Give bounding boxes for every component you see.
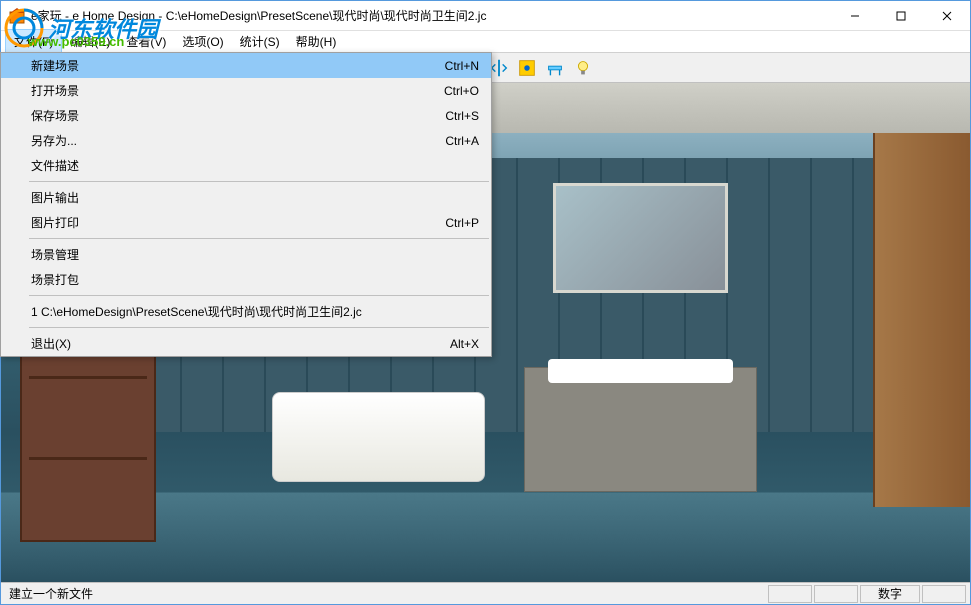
menu-item-open-scene[interactable]: 打开场景 Ctrl+O [1,78,491,103]
menu-separator [29,238,489,239]
menu-item-shortcut: Ctrl+A [445,134,479,148]
menu-item-label: 1 C:\eHomeDesign\PresetScene\现代时尚\现代时尚卫生… [31,303,479,320]
menu-item-shortcut: Ctrl+N [445,59,479,73]
minimize-button[interactable] [832,1,878,30]
scene-sink [548,359,732,384]
menu-item-label: 退出(X) [31,335,450,352]
menu-item-shortcut: Alt+X [450,337,479,351]
statusbar: 建立一个新文件 数字 [1,582,970,604]
menu-item-shortcut: Ctrl+O [444,84,479,98]
menubar: 文件(F) 编辑(E) 查看(V) 选项(O) 统计(S) 帮助(H) [1,31,970,53]
menu-item-exit[interactable]: 退出(X) Alt+X [1,331,491,356]
window-title: e家玩 - e Home Design - C:\eHomeDesign\Pre… [31,7,832,24]
menu-stats[interactable]: 统计(S) [232,30,288,53]
tool-light-icon[interactable] [570,55,596,81]
status-cell-empty [814,585,858,603]
close-button[interactable] [924,1,970,30]
tool-furniture-icon[interactable] [542,55,568,81]
menu-item-file-desc[interactable]: 文件描述 [1,153,491,178]
menu-item-new-scene[interactable]: 新建场景 Ctrl+N [1,53,491,78]
tool-center-icon[interactable] [514,55,540,81]
menu-item-image-print[interactable]: 图片打印 Ctrl+P [1,210,491,235]
menu-separator [29,327,489,328]
menu-view[interactable]: 查看(V) [118,30,174,53]
scene-mirror [553,183,727,293]
status-cell-empty [768,585,812,603]
menu-help[interactable]: 帮助(H) [288,30,345,53]
menu-item-label: 打开场景 [31,82,444,99]
menu-item-label: 场景打包 [31,271,479,288]
menu-separator [29,295,489,296]
menu-item-label: 图片打印 [31,214,445,231]
menu-item-scene-package[interactable]: 场景打包 [1,267,491,292]
titlebar: e家玩 - e Home Design - C:\eHomeDesign\Pre… [1,1,970,31]
status-cell-empty [922,585,966,603]
menu-item-label: 图片输出 [31,189,479,206]
status-cells: 数字 [766,585,966,603]
window-controls [832,1,970,30]
menu-item-recent-1[interactable]: 1 C:\eHomeDesign\PresetScene\现代时尚\现代时尚卫生… [1,299,491,324]
menu-item-save-scene[interactable]: 保存场景 Ctrl+S [1,103,491,128]
menu-item-shortcut: Ctrl+P [445,216,479,230]
menu-item-label: 场景管理 [31,246,479,263]
scene-vanity [524,367,757,492]
menu-item-label: 文件描述 [31,157,479,174]
menu-item-save-as[interactable]: 另存为... Ctrl+A [1,128,491,153]
menu-item-shortcut: Ctrl+S [445,109,479,123]
app-icon [9,8,25,24]
status-message: 建立一个新文件 [5,585,766,602]
app-window: e家玩 - e Home Design - C:\eHomeDesign\Pre… [0,0,971,605]
menu-item-scene-manage[interactable]: 场景管理 [1,242,491,267]
menu-item-label: 另存为... [31,132,445,149]
menu-separator [29,181,489,182]
menu-item-image-output[interactable]: 图片输出 [1,185,491,210]
menu-edit[interactable]: 编辑(E) [62,30,118,53]
menu-file[interactable]: 文件(F) [5,29,62,54]
maximize-button[interactable] [878,1,924,30]
menu-options[interactable]: 选项(O) [174,30,231,53]
file-dropdown: 新建场景 Ctrl+N 打开场景 Ctrl+O 保存场景 Ctrl+S 另存为.… [0,52,492,357]
scene-door [873,133,970,507]
status-cell-mode: 数字 [860,585,920,603]
menu-item-label: 新建场景 [31,57,445,74]
scene-bathtub [272,392,485,482]
menu-item-label: 保存场景 [31,107,445,124]
